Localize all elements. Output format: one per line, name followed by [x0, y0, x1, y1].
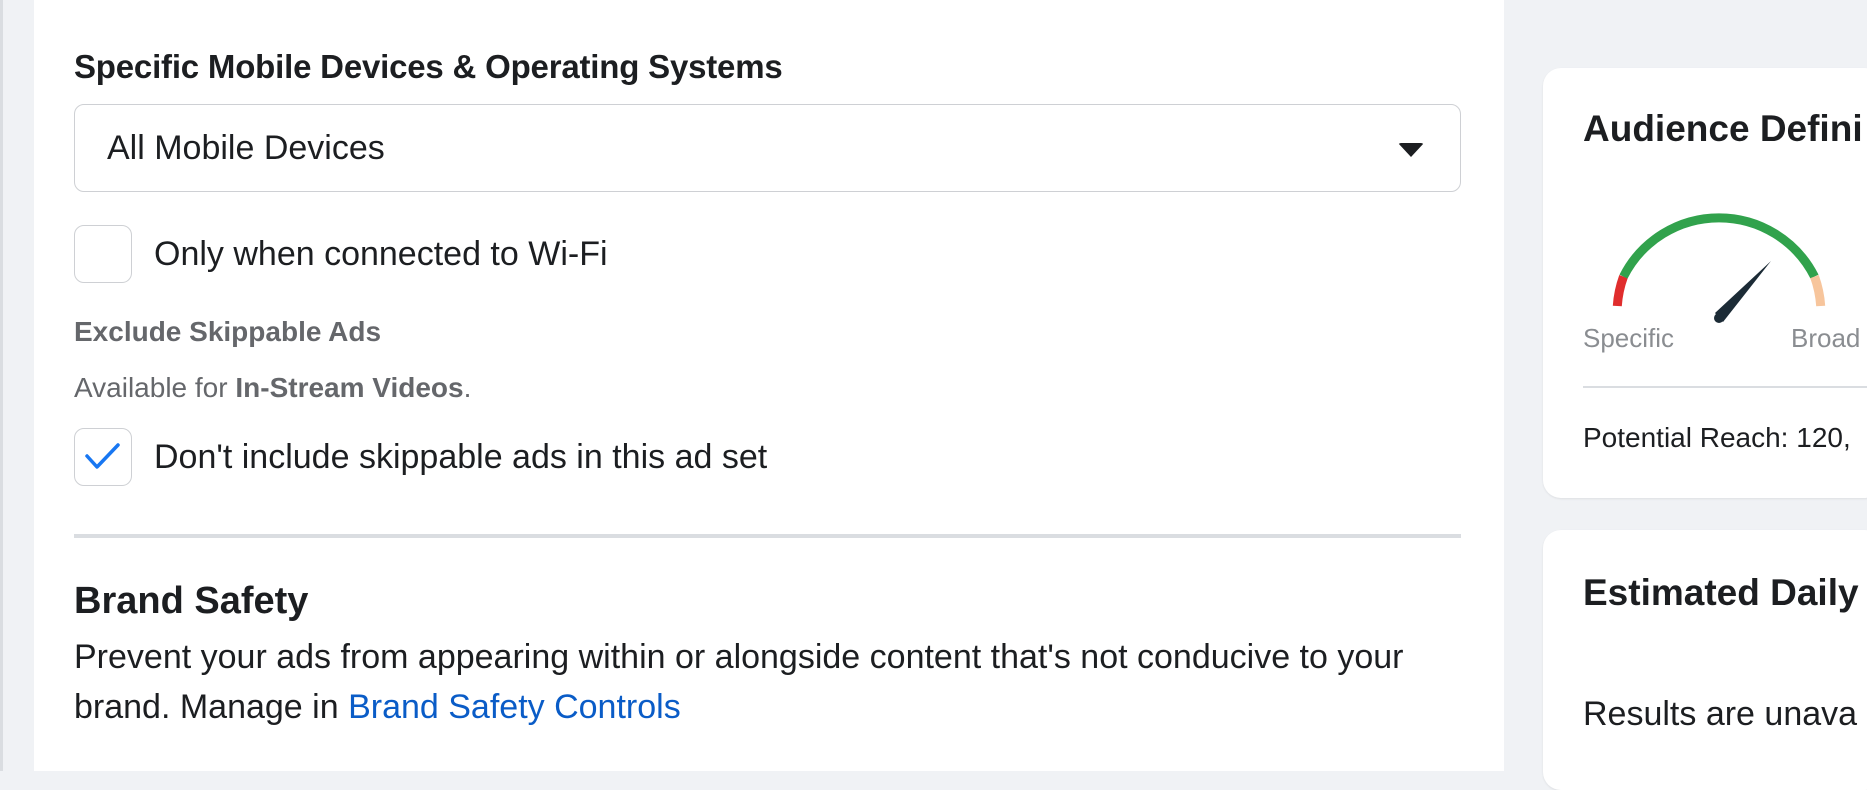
section-divider [74, 534, 1461, 538]
available-for-text: Available for In-Stream Videos. [74, 372, 471, 404]
brand-safety-controls-link[interactable]: Brand Safety Controls [348, 688, 681, 726]
brand-safety-description: Prevent your ads from appearing within o… [74, 632, 1474, 732]
brand-safety-title: Brand Safety [74, 580, 309, 622]
audience-definition-card: Audience Defini Specific Broad Potential… [1543, 68, 1867, 498]
wifi-checkbox[interactable] [74, 225, 132, 283]
potential-reach: Potential Reach: 120, [1583, 422, 1851, 453]
exclude-skippable-heading: Exclude Skippable Ads [74, 316, 382, 347]
results-unavailable-text: Results are unava [1583, 695, 1858, 733]
brand-safety-text: Prevent your ads from appearing within o… [74, 638, 1404, 726]
skippable-ads-checkbox-label[interactable]: Don't include skippable ads in this ad s… [154, 438, 767, 477]
audience-gauge [1612, 213, 1826, 323]
available-prefix: Available for [74, 372, 236, 403]
checkmark-icon [85, 443, 120, 469]
audience-card-divider [1583, 386, 1867, 388]
gauge-label-broad: Broad [1791, 323, 1861, 353]
wifi-checkbox-label[interactable]: Only when connected to Wi-Fi [154, 235, 608, 274]
gauge-label-specific: Specific [1583, 323, 1675, 353]
skippable-ads-checkbox[interactable] [74, 428, 132, 486]
devices-dropdown-value: All Mobile Devices [107, 129, 385, 167]
left-edge-border [0, 0, 3, 771]
available-suffix: . [463, 372, 472, 403]
caret-down-icon [1398, 143, 1424, 157]
in-stream-videos-label: In-Stream Videos [235, 372, 464, 403]
estimated-daily-results-card: Estimated Daily Results are unava [1543, 530, 1867, 790]
devices-dropdown[interactable]: All Mobile Devices [74, 104, 1461, 192]
ad-set-settings-panel: Specific Mobile Devices & Operating Syst… [34, 0, 1504, 771]
gauge-needle [1715, 261, 1771, 322]
devices-section-label: Specific Mobile Devices & Operating Syst… [74, 48, 783, 85]
audience-card-title: Audience Defini [1583, 108, 1863, 149]
estimated-card-title: Estimated Daily [1583, 572, 1859, 613]
